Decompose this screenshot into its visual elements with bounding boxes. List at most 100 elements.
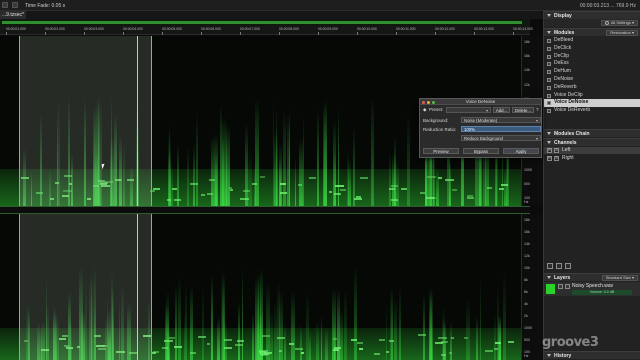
module-item[interactable]: DeNoise <box>544 76 640 84</box>
preset-icon[interactable]: ◆ <box>423 107 426 113</box>
history-header[interactable]: History <box>544 351 640 359</box>
layer-add-icon[interactable] <box>547 263 553 269</box>
spectrum-streak <box>299 139 303 206</box>
channel-separator <box>0 206 530 214</box>
file-tab[interactable]: ...9.tzsec* <box>0 11 26 19</box>
layer-solo-toggle[interactable] <box>565 284 570 289</box>
channel-solo-toggle[interactable]: S <box>554 156 559 161</box>
module-item[interactable]: DeBleed <box>544 37 640 45</box>
right-panel: Display All Settings ▾ Modules Restorati… <box>543 11 640 360</box>
module-item[interactable]: Voice DeReverb <box>544 107 640 115</box>
channel-record-toggle[interactable]: R <box>547 156 552 161</box>
all-settings-dropdown[interactable]: All Settings ▾ <box>600 20 638 26</box>
frequency-tick: 6k <box>524 290 528 294</box>
spectrum-streak <box>479 275 482 360</box>
spectrum-harmonic <box>420 191 425 194</box>
playhead[interactable] <box>137 36 138 206</box>
spectrum-harmonic <box>224 347 233 350</box>
spectrum-harmonic <box>400 187 407 190</box>
time-selection-right[interactable] <box>19 214 152 360</box>
reduction-ratio-field[interactable]: 100% <box>461 126 541 132</box>
spectrum-harmonic <box>295 347 303 350</box>
dialog-title: Voice DeNoise <box>420 99 541 105</box>
playhead-right[interactable] <box>137 214 138 360</box>
module-item[interactable]: DeClick <box>544 45 640 53</box>
layer-volume-slider[interactable]: Volume: 0.0 dB <box>572 290 632 295</box>
channels-header[interactable]: Channels <box>544 138 640 146</box>
background-dropdown[interactable]: Noise (Moderate) ▾ <box>461 117 541 123</box>
spectrum-harmonic <box>279 350 283 353</box>
play-icon[interactable] <box>2 2 8 8</box>
close-icon[interactable] <box>422 100 425 104</box>
spectrum-harmonic <box>206 343 211 346</box>
ruler-tick: 00:00:08.000 <box>279 27 299 35</box>
module-filter-dropdown[interactable]: Restoration ▾ <box>606 30 638 36</box>
modules-header[interactable]: Modules Restoration ▾ <box>544 28 640 36</box>
spectrum-streak <box>353 266 357 360</box>
layers-title: Layers <box>554 275 571 281</box>
frequency-unit: Hz <box>524 200 529 204</box>
module-item[interactable]: DeReverb <box>544 84 640 92</box>
layer-delete-icon[interactable] <box>565 263 571 269</box>
time-ruler[interactable]: 00:00:01.000 00:00:02.000 00:00:03.000 00:0… <box>0 26 533 35</box>
preset-add-button[interactable]: Add... <box>493 107 510 113</box>
layer-mute-toggle[interactable] <box>558 284 563 289</box>
help-icon[interactable]: ? <box>536 107 539 112</box>
module-icon <box>547 101 551 106</box>
frequency-scale-bottom: 18k 16k 14k 12k 10k 8k 6k 4k 2k 1000 500 100 Hz <box>521 214 543 360</box>
spectrum-streak <box>187 145 189 206</box>
module-item[interactable]: DeEss <box>544 60 640 68</box>
module-item[interactable]: DeClip <box>544 53 640 61</box>
module-item[interactable]: DeHum <box>544 68 640 76</box>
preset-dropdown[interactable]: ▾ <box>446 107 491 113</box>
spectrum-streak <box>398 287 401 360</box>
channel-record-toggle[interactable]: R <box>547 148 552 153</box>
minimize-icon[interactable] <box>427 100 430 104</box>
spectrum-streak <box>333 322 336 360</box>
spectrum-harmonic <box>223 339 233 342</box>
channels-title: Channels <box>554 140 577 146</box>
spectrum-harmonic <box>451 188 458 191</box>
ruler-tick: 00:00:02.000 <box>45 27 65 35</box>
spectrum-harmonic <box>229 188 233 191</box>
module-icon <box>547 78 551 82</box>
spectrum-streak <box>177 143 179 206</box>
spectrum-streak <box>309 330 312 360</box>
spectrum-harmonic <box>378 339 386 342</box>
preset-delete-button[interactable]: Delete... <box>512 107 534 113</box>
spectrum-harmonic <box>334 346 342 349</box>
spectrum-streak <box>302 114 304 206</box>
spectrum-streak <box>466 299 470 360</box>
modules-chain-header[interactable]: Modules Chain <box>544 129 640 137</box>
ruler-tick: 00:00:09.000 <box>318 27 338 35</box>
frequency-tick: 500 <box>524 181 530 186</box>
layer-duplicate-icon[interactable] <box>556 263 562 269</box>
time-selection[interactable] <box>19 36 152 206</box>
apply-button[interactable]: Apply <box>503 148 539 154</box>
mode-dropdown[interactable]: Reduce Background ▾ <box>461 135 541 141</box>
zoom-icon[interactable] <box>432 100 435 104</box>
layer-size-dropdown[interactable]: Standard Size ▾ <box>601 275 638 281</box>
channel-left[interactable]: R S Left <box>544 147 640 154</box>
display-header[interactable]: Display <box>544 11 640 19</box>
frequency-tick: 8k <box>524 278 528 282</box>
spectrum-harmonic <box>450 336 454 339</box>
channel-right[interactable]: R S Right <box>544 155 640 162</box>
module-item[interactable]: Voice DeClip <box>544 92 640 100</box>
channel-label: Right <box>562 155 574 161</box>
module-icon <box>547 109 551 114</box>
module-item[interactable]: Voice DeNoise <box>544 99 640 108</box>
layer-item[interactable]: Noisy Speech.wav Volume: 0.0 dB <box>544 282 640 296</box>
bypass-button[interactable]: Bypass <box>463 148 499 154</box>
layer-visibility-swatch[interactable] <box>546 284 555 294</box>
preview-button[interactable]: Preview <box>423 148 459 154</box>
channel-solo-toggle[interactable]: S <box>554 148 559 153</box>
spectrum-harmonic <box>357 341 363 344</box>
layers-header[interactable]: Layers Standard Size ▾ <box>544 273 640 281</box>
spectrogram-right-channel[interactable] <box>0 214 521 360</box>
loop-icon[interactable] <box>12 2 18 8</box>
spectrum-harmonic <box>174 345 183 348</box>
spectrum-harmonic <box>427 176 436 179</box>
waveform-overview[interactable] <box>0 19 530 26</box>
module-icon <box>547 62 551 67</box>
